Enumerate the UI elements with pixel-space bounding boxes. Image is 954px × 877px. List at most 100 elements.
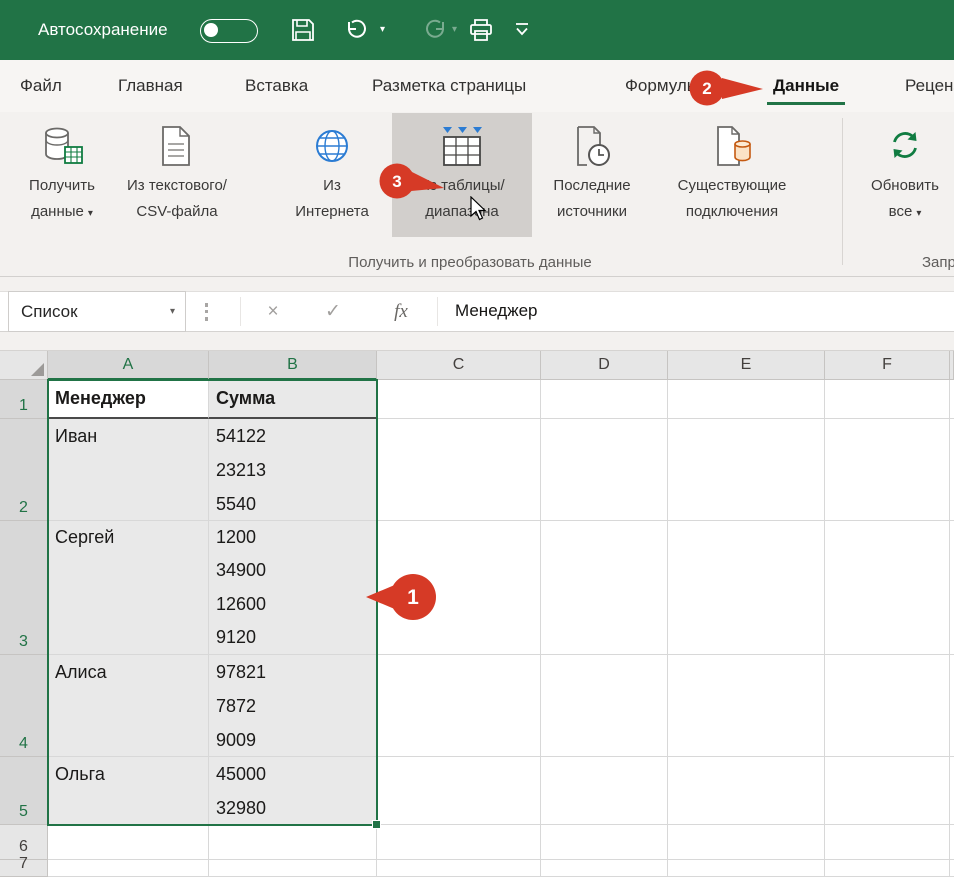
name-box[interactable]: Список ▾ bbox=[8, 291, 186, 332]
formula-bar-grip[interactable] bbox=[205, 303, 208, 321]
enter-button[interactable]: ✓ bbox=[318, 291, 348, 332]
tab-home[interactable]: Главная bbox=[118, 60, 183, 112]
cell[interactable] bbox=[377, 655, 541, 757]
tab-review[interactable]: Рецензирование bbox=[905, 60, 954, 112]
cell-B2[interactable]: 54122 23213 5540 bbox=[209, 419, 377, 521]
column-header-F[interactable]: F bbox=[825, 351, 950, 380]
cell[interactable] bbox=[825, 419, 950, 521]
label-line-1: Существующие bbox=[678, 177, 787, 194]
undo-icon[interactable] bbox=[344, 17, 368, 46]
annotation-step-3-badge: 3 bbox=[360, 162, 460, 206]
row-header-5[interactable]: 5 bbox=[0, 757, 48, 825]
cell bbox=[950, 757, 954, 825]
excel-title-bar: Автосохранение ▾ ▾ bbox=[0, 0, 954, 60]
cell-B7[interactable] bbox=[209, 860, 377, 877]
print-icon[interactable] bbox=[468, 17, 494, 48]
cell-A1[interactable]: Менеджер bbox=[48, 380, 209, 419]
cell[interactable] bbox=[377, 380, 541, 419]
cell[interactable] bbox=[541, 860, 668, 877]
cell[interactable] bbox=[825, 825, 950, 860]
cell[interactable] bbox=[825, 860, 950, 877]
label-line-1: Обновить bbox=[871, 177, 939, 194]
cell[interactable] bbox=[668, 380, 825, 419]
cell bbox=[950, 655, 954, 757]
cell-A6[interactable] bbox=[48, 825, 209, 860]
cell-B6[interactable] bbox=[209, 825, 377, 860]
label-line-2: данные bbox=[31, 203, 84, 220]
ribbon-button-refresh-all[interactable]: Обновитьвсе▾ bbox=[856, 113, 954, 237]
cell-B1[interactable]: Сумма bbox=[209, 380, 377, 419]
dropdown-caret-icon: ▾ bbox=[916, 208, 921, 219]
column-header-E[interactable]: E bbox=[668, 351, 825, 380]
sheet-row-1: 1 Менеджер Сумма bbox=[0, 380, 954, 419]
cell[interactable] bbox=[541, 655, 668, 757]
text-csv-file-icon bbox=[116, 125, 238, 171]
cell[interactable] bbox=[668, 757, 825, 825]
tab-file[interactable]: Файл bbox=[20, 60, 62, 112]
ribbon-button-from-text-csv[interactable]: Из текстового/CSV-файла bbox=[116, 113, 238, 237]
cell-B5[interactable]: 45000 32980 bbox=[209, 757, 377, 825]
autosave-label: Автосохранение bbox=[38, 0, 168, 60]
cell[interactable] bbox=[668, 419, 825, 521]
cell-A3[interactable]: Сергей bbox=[48, 521, 209, 655]
tab-page-layout[interactable]: Разметка страницы bbox=[372, 60, 526, 112]
row-header-1[interactable]: 1 bbox=[0, 380, 48, 419]
formula-input[interactable]: Менеджер bbox=[455, 291, 954, 332]
cell[interactable] bbox=[377, 419, 541, 521]
cell bbox=[950, 419, 954, 521]
cell[interactable] bbox=[825, 655, 950, 757]
cell[interactable] bbox=[668, 655, 825, 757]
tab-insert[interactable]: Вставка bbox=[245, 60, 308, 112]
cell[interactable] bbox=[825, 380, 950, 419]
worksheet-grid: A B C D E F 1 Менеджер Сумма 2 Иван 5412… bbox=[0, 350, 954, 877]
formula-bar-divider bbox=[437, 297, 438, 326]
excel-window: Автосохранение ▾ ▾ bbox=[0, 0, 954, 877]
column-header-partial bbox=[950, 351, 954, 380]
cell[interactable] bbox=[668, 521, 825, 655]
cell-B4[interactable]: 97821 7872 9009 bbox=[209, 655, 377, 757]
cell[interactable] bbox=[541, 757, 668, 825]
column-header-B[interactable]: B bbox=[209, 351, 377, 380]
cell-A2[interactable]: Иван bbox=[48, 419, 209, 521]
row-header-4[interactable]: 4 bbox=[0, 655, 48, 757]
cell[interactable] bbox=[541, 380, 668, 419]
row-header-3[interactable]: 3 bbox=[0, 521, 48, 655]
label-line-1: Из текстового/ bbox=[127, 177, 227, 194]
cell[interactable] bbox=[377, 860, 541, 877]
cell-A7[interactable] bbox=[48, 860, 209, 877]
cell[interactable] bbox=[825, 757, 950, 825]
column-header-D[interactable]: D bbox=[541, 351, 668, 380]
sheet-row-6: 6 bbox=[0, 825, 954, 860]
insert-function-button[interactable]: fx bbox=[384, 291, 418, 332]
ribbon-button-existing-connections[interactable]: Существующиеподключения bbox=[650, 113, 814, 237]
cell-A4[interactable]: Алиса bbox=[48, 655, 209, 757]
cell[interactable] bbox=[377, 825, 541, 860]
select-all-corner[interactable] bbox=[0, 351, 48, 380]
save-icon[interactable] bbox=[290, 17, 316, 48]
cell-B3[interactable]: 1200 34900 12600 9120 bbox=[209, 521, 377, 655]
column-header-C[interactable]: C bbox=[377, 351, 541, 380]
column-header-A[interactable]: A bbox=[48, 351, 209, 380]
cell[interactable] bbox=[541, 419, 668, 521]
row-header-2[interactable]: 2 bbox=[0, 419, 48, 521]
name-box-caret-icon[interactable]: ▾ bbox=[170, 292, 175, 331]
ribbon-button-get-data[interactable]: Получитьданные▾ bbox=[12, 113, 112, 237]
formula-bar-row: Список ▾ × ✓ fx Менеджер bbox=[0, 277, 954, 350]
customize-quick-access-icon[interactable] bbox=[514, 22, 530, 42]
ribbon-button-recent-sources[interactable]: Последниеисточники bbox=[536, 113, 648, 237]
cell[interactable] bbox=[668, 860, 825, 877]
cell[interactable] bbox=[377, 757, 541, 825]
autosave-toggle[interactable] bbox=[200, 19, 258, 43]
ribbon-button-label: Из текстового/CSV-файла bbox=[116, 173, 238, 225]
cell[interactable] bbox=[541, 521, 668, 655]
cell-A5[interactable]: Ольга bbox=[48, 757, 209, 825]
cancel-button[interactable]: × bbox=[258, 291, 288, 332]
fill-handle[interactable] bbox=[372, 820, 381, 829]
tab-data[interactable]: Данные bbox=[773, 60, 839, 112]
undo-dropdown-caret[interactable]: ▾ bbox=[380, 24, 385, 35]
row-header-7[interactable]: 7 bbox=[0, 860, 48, 877]
name-box-value: Список bbox=[21, 302, 78, 321]
cell[interactable] bbox=[541, 825, 668, 860]
cell[interactable] bbox=[825, 521, 950, 655]
cell[interactable] bbox=[668, 825, 825, 860]
